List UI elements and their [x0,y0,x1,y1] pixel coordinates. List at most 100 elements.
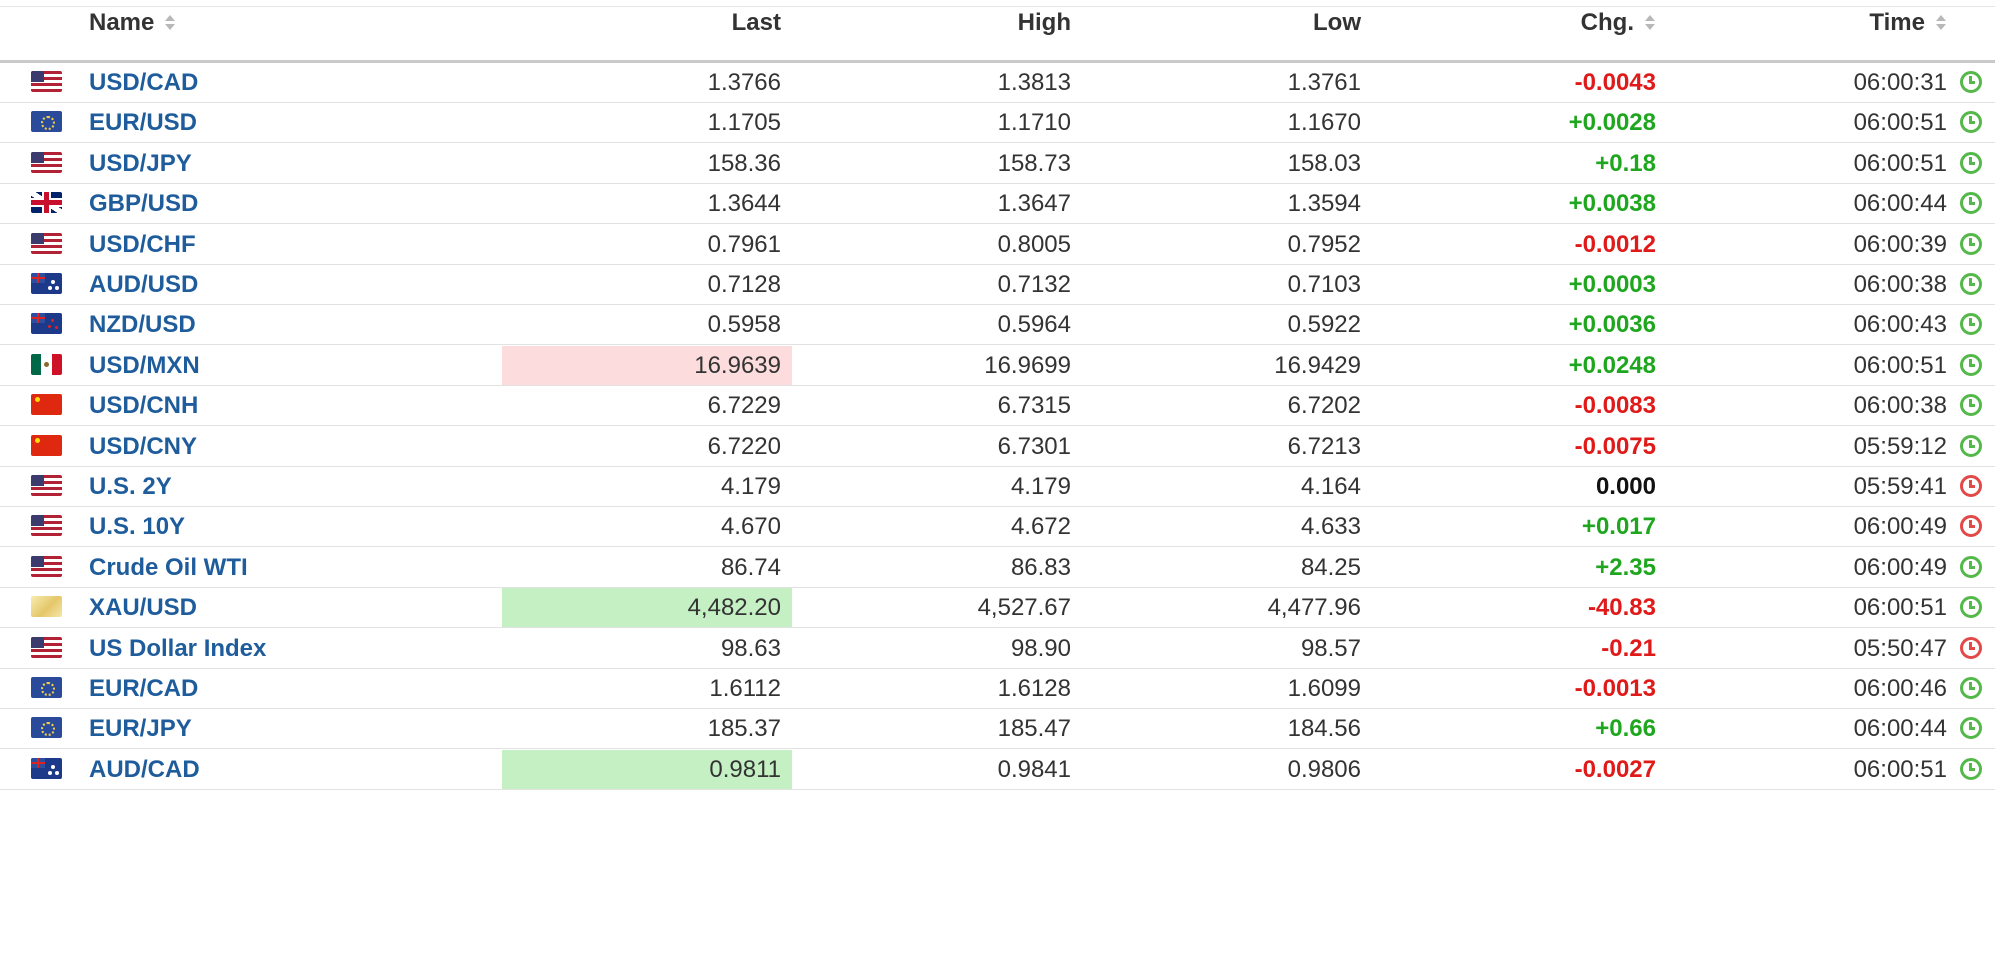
low-price: 84.25 [1300,554,1361,581]
us-flag-icon [31,637,62,659]
update-time: 05:59:12 [1853,433,1947,460]
market-status [1960,629,1986,668]
instrument-link[interactable]: USD/CAD [89,63,489,102]
sort-icon[interactable] [1935,13,1947,33]
clock-icon [1960,393,1982,416]
low-price: 1.3761 [1287,69,1361,96]
column-header-time[interactable]: Time [1660,6,1947,63]
instrument-link[interactable]: U.S. 10Y [89,507,489,546]
last-price: 1.1705 [707,109,781,136]
instrument-link[interactable]: U.S. 2Y [89,467,489,506]
table-row: USD/JPY 158.36 158.73 158.03 +0.18 06:00:51 [0,144,1995,184]
mx-flag-icon [31,354,62,376]
low-price: 0.7952 [1287,231,1361,258]
market-status [1960,265,1986,304]
market-status [1960,588,1986,627]
instrument-link[interactable]: GBP/USD [89,184,489,223]
flag-cell [31,588,63,627]
flag-cell [31,346,63,385]
market-status [1960,63,1986,102]
high-price: 1.6128 [997,675,1071,702]
flag-cell [31,750,63,789]
high-price: 1.1710 [997,109,1071,136]
instrument-link[interactable]: USD/CNH [89,386,489,425]
column-header-low-label: Low [1313,9,1361,36]
low-price: 1.3594 [1287,190,1361,217]
clock-icon [1960,434,1982,457]
high-price: 158.73 [997,150,1071,177]
instrument-link[interactable]: EUR/JPY [89,709,489,748]
high-price: 0.8005 [997,231,1071,258]
table-row: AUD/CAD 0.9811 0.9841 0.9806 -0.0027 06:00:51 [0,750,1995,790]
low-price: 4.633 [1300,513,1361,540]
flag-cell [31,184,63,223]
table-row: GBP/USD 1.3644 1.3647 1.3594 +0.0038 06:00:44 [0,184,1995,224]
clock-icon [1960,232,1982,255]
update-time: 06:00:43 [1853,311,1947,338]
update-time: 06:00:51 [1853,352,1947,379]
sort-icon[interactable] [164,13,176,33]
clock-icon [1960,757,1982,780]
nz-flag-icon [31,313,62,335]
high-price: 0.5964 [997,311,1071,338]
instrument-link[interactable]: AUD/USD [89,265,489,304]
low-price: 184.56 [1287,715,1361,742]
update-time: 05:50:47 [1853,635,1947,662]
market-status [1960,103,1986,142]
table-row: EUR/JPY 185.37 185.47 184.56 +0.66 06:00:44 [0,709,1995,749]
flag-cell [31,629,63,668]
high-price: 16.9699 [984,352,1071,379]
change-value: +0.0003 [1568,271,1656,298]
instrument-link[interactable]: US Dollar Index [89,629,489,668]
table-row: U.S. 2Y 4.179 4.179 4.164 0.000 05:59:41 [0,467,1995,507]
instrument-link[interactable]: EUR/USD [89,103,489,142]
flag-cell [31,427,63,466]
us-flag-icon [31,475,62,497]
update-time: 06:00:51 [1853,756,1947,783]
sort-icon[interactable] [1644,13,1656,33]
change-value: -0.21 [1601,635,1656,662]
change-value: +2.35 [1595,554,1656,581]
clock-icon [1960,636,1982,659]
table-row: EUR/USD 1.1705 1.1710 1.1670 +0.0028 06:00:51 [0,103,1995,143]
low-price: 1.6099 [1287,675,1361,702]
clock-icon [1960,353,1982,376]
high-price: 0.7132 [997,271,1071,298]
instrument-link[interactable]: Crude Oil WTI [89,548,489,587]
instrument-link[interactable]: AUD/CAD [89,750,489,789]
column-header-name[interactable]: Name [89,6,176,63]
instrument-link[interactable]: XAU/USD [89,588,489,627]
column-header-high-label: High [1017,9,1071,36]
column-header-last-label: Last [731,9,781,36]
low-price: 98.57 [1300,635,1361,662]
market-status [1960,750,1986,789]
clock-icon [1960,191,1982,214]
last-price: 0.9811 [502,750,792,789]
table-header: Name Last High Low Chg. Time [0,6,1995,63]
low-price: 158.03 [1287,150,1361,177]
flag-cell [31,144,63,183]
clock-icon [1960,151,1982,174]
instrument-link[interactable]: USD/CNY [89,427,489,466]
clock-icon [1960,716,1982,739]
column-header-chg[interactable]: Chg. [1370,6,1656,63]
instrument-link[interactable]: USD/CHF [89,225,489,264]
last-price: 6.7220 [707,433,781,460]
update-time: 06:00:51 [1853,150,1947,177]
instrument-link[interactable]: NZD/USD [89,305,489,344]
flag-cell [31,63,63,102]
clock-icon [1960,110,1982,133]
last-price: 86.74 [720,554,781,581]
table-row: AUD/USD 0.7128 0.7132 0.7103 +0.0003 06:00:38 [0,265,1995,305]
instrument-link[interactable]: USD/JPY [89,144,489,183]
low-price: 0.7103 [1287,271,1361,298]
clock-icon [1960,595,1982,618]
instrument-link[interactable]: USD/MXN [89,346,489,385]
low-price: 4,477.96 [1267,594,1361,621]
table-row: USD/CHF 0.7961 0.8005 0.7952 -0.0012 06:00:39 [0,225,1995,265]
instrument-link[interactable]: EUR/CAD [89,669,489,708]
update-time: 06:00:39 [1853,231,1947,258]
high-price: 0.9841 [997,756,1071,783]
clock-icon [1960,474,1982,497]
flag-cell [31,265,63,304]
